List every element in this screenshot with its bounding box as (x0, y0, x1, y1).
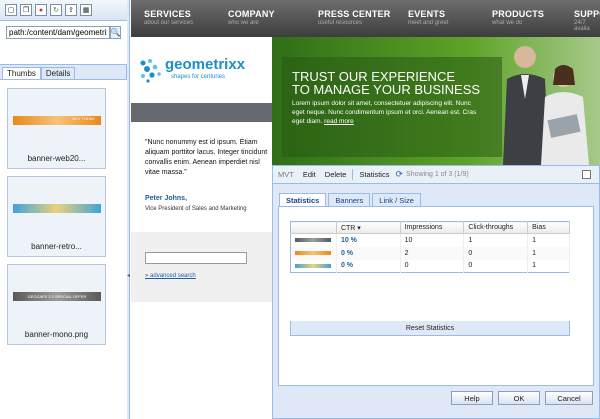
logo-tagline: shapes for centuries (171, 74, 226, 80)
mvt-label: MVT (278, 170, 294, 179)
dialog-tabs: Statistics Banners Link / Size (279, 193, 421, 206)
banner-preview (295, 263, 331, 268)
thumb-banner-web20[interactable]: BUY TODAY banner-web20... (7, 88, 106, 169)
site-search-input[interactable] (145, 252, 247, 264)
statistics-panel: CTR ▾ Impressions Click-throughs Bias 10… (278, 206, 594, 386)
impressions-value: 2 (400, 246, 465, 260)
dialog-toolbar: MVT Edit Delete Statistics ⟳ Showing 1 o… (273, 166, 599, 184)
geometrixx-logo[interactable]: geometrixx shapes for centuries (139, 53, 269, 93)
path-search-area: 🔍 (0, 21, 127, 65)
delete-button[interactable]: Delete (322, 170, 350, 179)
tab-banners[interactable]: Banners (328, 193, 371, 206)
path-search-input[interactable] (6, 26, 110, 39)
tab-thumbs[interactable]: Thumbs (2, 67, 41, 79)
thumb-image (13, 204, 101, 213)
impressions-value: 0 (400, 259, 465, 273)
toolbar-separator (352, 169, 354, 180)
nav-products[interactable]: PRODUCTS what we do (479, 0, 561, 37)
column-bias[interactable]: Bias (527, 221, 570, 234)
nav-support[interactable]: SUPPO24/7 availa (561, 0, 600, 37)
tab-details[interactable]: Details (40, 67, 76, 79)
cancel-button[interactable]: Cancel (545, 391, 593, 405)
table-header: CTR ▾ Impressions Click-throughs Bias (290, 221, 570, 234)
clicks-value: 0 (463, 259, 529, 273)
panel-splitter[interactable] (127, 0, 130, 419)
paging-status: Showing 1 of 3 (1/9) (406, 171, 469, 178)
bias-value: 1 (527, 246, 570, 260)
reload-icon[interactable]: ↻ (50, 4, 62, 16)
reset-statistics-button[interactable]: Reset Statistics (290, 321, 570, 336)
testimonial-name: Peter Johns, (145, 195, 188, 202)
testimonial-role: Vice President of Sales and Marketing (145, 206, 247, 212)
logo-name: geometrixx (165, 56, 246, 73)
column-banner (290, 221, 337, 234)
bias-value: 1 (527, 233, 570, 247)
nav-events[interactable]: EVENTS meet and greet (395, 0, 479, 37)
grid-icon[interactable]: ▦ (80, 4, 92, 16)
site-top-nav: SERVICES about our services COMPANY who we… (131, 0, 600, 37)
thumbnail-list: BUY TODAY banner-web20... banner-retro..… (0, 80, 127, 419)
ctr-value: 0 % (336, 259, 401, 273)
column-impressions[interactable]: Impressions (400, 221, 465, 234)
ok-button[interactable]: OK (498, 391, 540, 405)
edit-button[interactable]: Edit (300, 170, 319, 179)
hero-text: Lorem ipsum dolor sit amet, consectetuer… (292, 100, 477, 125)
browser-tabs: Thumbs Details (0, 67, 127, 80)
content-browser-panel: ▢ ❐ ● ↻ ⇪ ▦ 🔍 Thumbs Details BUY TODAY b… (0, 0, 127, 419)
statistics-table: CTR ▾ Impressions Click-throughs Bias 10… (290, 221, 570, 273)
refresh-icon[interactable]: ⟳ (395, 169, 403, 180)
nav-services[interactable]: SERVICES about our services (131, 0, 215, 37)
upload-icon[interactable]: ⇪ (65, 4, 77, 16)
hero-headline: TRUST OUR EXPERIENCE TO MANAGE YOUR BUSI… (292, 69, 481, 97)
impressions-value: 10 (400, 233, 465, 247)
search-icon[interactable]: 🔍 (110, 26, 121, 39)
thumb-image: GEOCAFE 2.0 SPECIAL OFFER (13, 292, 101, 301)
copy-icon[interactable]: ❐ (20, 4, 32, 16)
table-row[interactable]: 10 % 10 1 1 (290, 233, 570, 247)
new-page-icon[interactable]: ▢ (5, 4, 17, 16)
delete-icon[interactable]: ● (35, 4, 47, 16)
banner-preview (295, 238, 331, 243)
mvt-dialog: MVT Edit Delete Statistics ⟳ Showing 1 o… (272, 165, 600, 419)
thumb-banner-retro[interactable]: banner-retro... (7, 176, 106, 257)
nav-company[interactable]: COMPANY who we are (215, 0, 305, 37)
thumb-caption: banner-mono.png (24, 330, 89, 339)
banner-preview (295, 251, 331, 255)
table-row[interactable]: 0 % 0 0 1 (290, 259, 570, 273)
column-click-throughs[interactable]: Click-throughs (463, 221, 529, 234)
dialog-buttons: Help OK Cancel (451, 391, 593, 405)
tab-link-size[interactable]: Link / Size (372, 193, 421, 206)
table-row[interactable]: 0 % 2 0 1 (290, 246, 570, 260)
advanced-search-link[interactable]: » advanced search (145, 273, 196, 279)
browser-toolbar: ▢ ❐ ● ↻ ⇪ ▦ (0, 0, 127, 21)
collapse-arrow-icon[interactable]: ◂ (127, 272, 130, 279)
ctr-value: 10 % (336, 233, 401, 247)
tab-statistics[interactable]: Statistics (279, 193, 327, 206)
clicks-value: 0 (463, 246, 529, 260)
read-more-link[interactable]: read more (324, 118, 354, 125)
thumb-image: BUY TODAY (13, 116, 101, 125)
divider-bar (131, 103, 272, 122)
dialog-checkbox[interactable] (582, 170, 591, 179)
ctr-value: 0 % (336, 246, 401, 260)
thumb-banner-mono[interactable]: GEOCAFE 2.0 SPECIAL OFFER banner-mono.pn… (7, 264, 106, 345)
testimonial-quote: "Nunc nonummy est id ipsum. Etiam aliqua… (145, 139, 268, 176)
thumb-caption: banner-retro... (31, 242, 82, 251)
nav-press-center[interactable]: PRESS CENTER useful resources (305, 0, 395, 37)
site-search-area: » advanced search (131, 232, 272, 302)
bias-value: 1 (527, 259, 570, 273)
logo-dots-icon (140, 59, 161, 83)
site-sidebar: geometrixx shapes for centuries "Nunc no… (131, 37, 272, 419)
clicks-value: 1 (463, 233, 529, 247)
hero-banner[interactable]: TRUST OUR EXPERIENCE TO MANAGE YOUR BUSI… (272, 37, 600, 165)
help-button[interactable]: Help (451, 391, 493, 405)
statistics-button[interactable]: Statistics (356, 170, 392, 179)
column-ctr[interactable]: CTR ▾ (336, 221, 401, 234)
business-people-photo (503, 46, 589, 165)
thumb-caption: banner-web20... (27, 154, 86, 163)
